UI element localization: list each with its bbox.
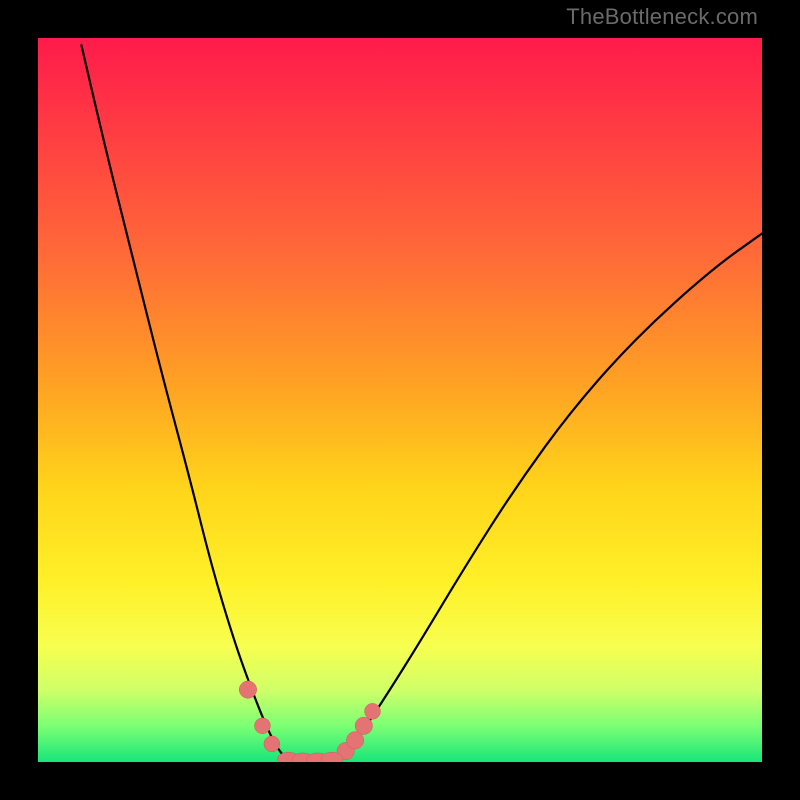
watermark-text: TheBottleneck.com (566, 4, 758, 30)
left-dot-2 (254, 718, 270, 734)
curve-markers (239, 681, 380, 760)
right-dot-3 (355, 717, 372, 734)
left-dot-3 (264, 736, 280, 752)
right-dot-4 (365, 703, 381, 719)
bottleneck-curve (81, 45, 762, 760)
left-dot-1 (239, 681, 256, 698)
plot-area (38, 38, 762, 762)
chart-frame: TheBottleneck.com (0, 0, 800, 800)
curve-layer (38, 38, 762, 762)
curve-beads (278, 752, 343, 762)
